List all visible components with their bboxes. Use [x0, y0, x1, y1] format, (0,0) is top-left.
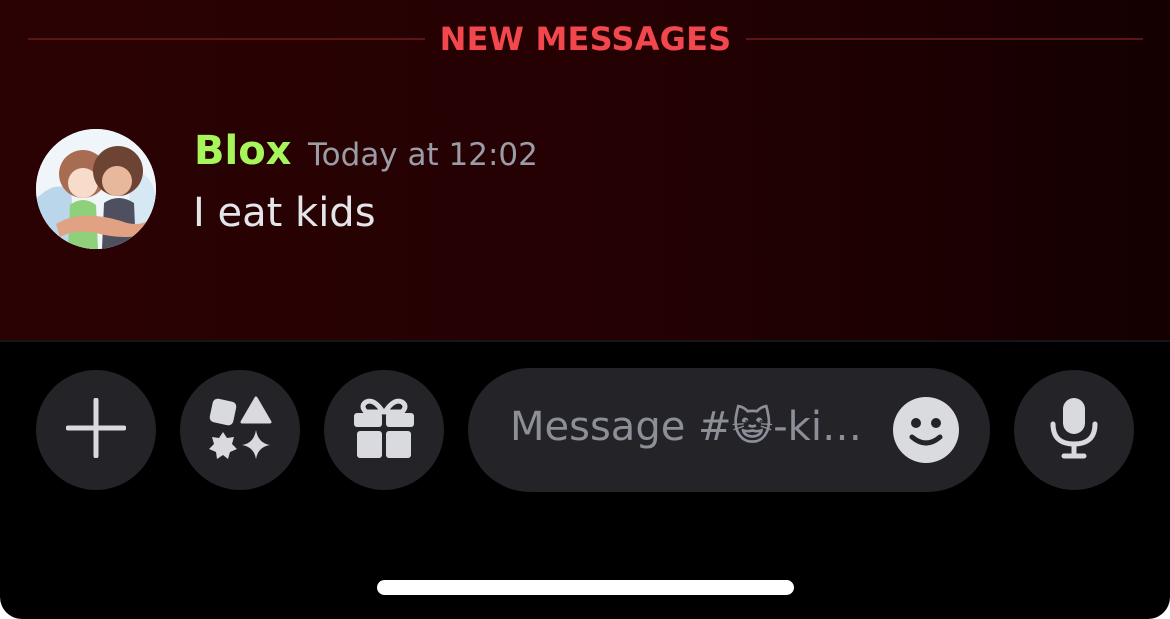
- message-timestamp: Today at 12:02: [308, 137, 538, 173]
- add-attachment-button[interactable]: [36, 370, 156, 490]
- divider-line-left: [28, 38, 425, 40]
- apps-button[interactable]: [180, 370, 300, 490]
- gift-icon: [352, 396, 416, 464]
- microphone-icon: [1044, 396, 1104, 464]
- new-messages-label: NEW MESSAGES: [439, 20, 732, 58]
- avatar[interactable]: [36, 129, 156, 249]
- voice-message-button[interactable]: [1014, 370, 1134, 490]
- message-list[interactable]: NEW MESSAGES Blox Today at 12:02 I eat k…: [0, 0, 1170, 342]
- emoji-button[interactable]: [893, 397, 959, 463]
- message-content: I eat kids: [193, 190, 376, 236]
- message-author[interactable]: Blox: [194, 128, 291, 174]
- message-input[interactable]: Message #😺-ki…: [510, 404, 890, 450]
- apps-shapes-icon: [208, 396, 272, 464]
- divider-line-right: [746, 38, 1143, 40]
- smiley-icon: [893, 418, 959, 467]
- message-composer[interactable]: Message #😺-ki…: [468, 368, 990, 492]
- gift-button[interactable]: [324, 370, 444, 490]
- home-indicator[interactable]: [377, 580, 794, 595]
- chat-screen: NEW MESSAGES Blox Today at 12:02 I eat k…: [0, 0, 1170, 619]
- plus-icon: [65, 397, 127, 462]
- new-messages-divider: NEW MESSAGES: [28, 0, 1143, 80]
